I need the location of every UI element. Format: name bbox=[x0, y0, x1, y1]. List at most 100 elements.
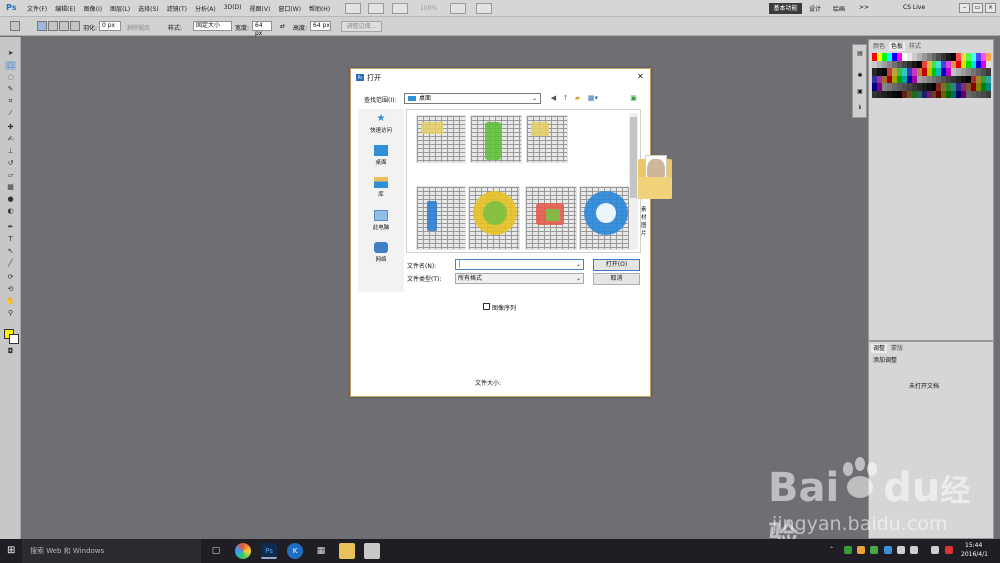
width-input[interactable]: 64 px bbox=[252, 21, 272, 37]
tab-color[interactable]: 颜色 bbox=[871, 42, 887, 51]
minimize-icon[interactable]: – bbox=[959, 3, 970, 13]
background-color-swatch[interactable] bbox=[9, 334, 19, 344]
menu-file[interactable]: 文件(F) bbox=[27, 4, 47, 13]
path-select-icon[interactable]: ↖ bbox=[5, 247, 16, 256]
zoom-level[interactable]: 100% bbox=[420, 5, 437, 12]
hand-tool-icon[interactable]: ✋ bbox=[5, 297, 16, 306]
intersect-selection-icon[interactable] bbox=[70, 21, 80, 31]
move-tool-icon[interactable]: ➤ bbox=[5, 49, 16, 58]
3d-rotate-icon[interactable]: ⟳ bbox=[5, 273, 16, 282]
menu-help[interactable]: 帮助(H) bbox=[309, 4, 330, 13]
info-panel-icon[interactable]: ℹ bbox=[855, 104, 865, 113]
menu-window[interactable]: 窗口(W) bbox=[278, 4, 301, 13]
close-icon[interactable]: ✕ bbox=[637, 72, 644, 81]
refine-edge-button[interactable]: 调整边缘... bbox=[341, 21, 382, 32]
file-explorer-icon[interactable] bbox=[339, 543, 355, 559]
menu-image[interactable]: 图像(I) bbox=[84, 4, 102, 13]
type-tool-icon[interactable]: T bbox=[5, 235, 16, 244]
windows-start-icon[interactable]: ⊞ bbox=[7, 546, 17, 556]
quick-mask-icon[interactable]: ◘ bbox=[5, 347, 16, 356]
k-app-icon[interactable]: K bbox=[287, 543, 303, 559]
file-thumbnail[interactable] bbox=[416, 115, 466, 163]
file-name-input[interactable]: │ ⌄ bbox=[455, 259, 584, 270]
network-tray-icon[interactable] bbox=[897, 546, 905, 554]
swatch-cell[interactable] bbox=[986, 68, 991, 76]
image-viewer-icon[interactable] bbox=[364, 543, 380, 559]
file-thumbnail[interactable] bbox=[526, 115, 568, 163]
history-brush-icon[interactable]: ↺ bbox=[5, 159, 16, 168]
feather-input[interactable]: 0 px bbox=[99, 21, 121, 31]
file-list-scrollbar[interactable] bbox=[629, 113, 638, 249]
tab-masks[interactable]: 蒙版 bbox=[889, 344, 905, 353]
tray-expand-icon[interactable]: ⌃ bbox=[829, 546, 837, 554]
blur-tool-icon[interactable]: ● bbox=[5, 195, 16, 204]
file-thumbnail[interactable] bbox=[470, 115, 522, 163]
tab-swatches[interactable]: 色板 bbox=[889, 42, 906, 51]
histogram-panel-icon[interactable]: ▤ bbox=[855, 50, 865, 59]
subtract-selection-icon[interactable] bbox=[59, 21, 69, 31]
lasso-tool-icon[interactable]: ◌ bbox=[5, 73, 16, 82]
new-folder-icon[interactable]: ▰ bbox=[573, 94, 582, 103]
cs-live-menu[interactable]: CS Live bbox=[903, 4, 925, 11]
pen-tool-icon[interactable]: ✒ bbox=[5, 223, 16, 232]
tab-styles[interactable]: 样式 bbox=[907, 42, 923, 51]
clone-stamp-icon[interactable]: ⊥ bbox=[5, 147, 16, 156]
back-icon[interactable]: ◀ bbox=[549, 94, 558, 103]
sogou-tray-icon[interactable] bbox=[945, 546, 953, 554]
workspace-painting[interactable]: 绘画 bbox=[833, 4, 845, 13]
arrange-docs-icon[interactable] bbox=[450, 3, 466, 14]
dodge-tool-icon[interactable]: ◐ bbox=[5, 207, 16, 216]
style-select[interactable]: 固定大小 bbox=[193, 21, 232, 31]
tray-app-icon[interactable] bbox=[884, 546, 892, 554]
clock-date[interactable]: 2016/4/1 bbox=[961, 551, 988, 558]
bridge-icon[interactable] bbox=[345, 3, 361, 14]
menu-edit[interactable]: 编辑(E) bbox=[55, 4, 75, 13]
shape-tool-icon[interactable]: ╱ bbox=[5, 259, 16, 268]
eyedropper-tool-icon[interactable]: ⁄ bbox=[5, 109, 16, 118]
navigator-panel-icon[interactable]: ▣ bbox=[855, 88, 865, 97]
open-button[interactable]: 打开(O) bbox=[593, 259, 640, 271]
marquee-tool-icon[interactable] bbox=[10, 21, 20, 31]
add-selection-icon[interactable] bbox=[48, 21, 58, 31]
security-tray-icon[interactable] bbox=[844, 546, 852, 554]
menu-3d[interactable]: 3D(D) bbox=[224, 4, 242, 13]
eraser-tool-icon[interactable]: ▱ bbox=[5, 171, 16, 180]
antialias-checkbox[interactable]: 消除锯齿 bbox=[126, 23, 150, 32]
tray-app-icon[interactable] bbox=[857, 546, 865, 554]
scrollbar-thumb[interactable] bbox=[630, 117, 637, 198]
cancel-button[interactable]: 取消 bbox=[593, 273, 640, 285]
brush-tool-icon[interactable]: ✍ bbox=[5, 135, 16, 144]
new-selection-icon[interactable] bbox=[37, 21, 47, 31]
workspace-design[interactable]: 设计 bbox=[809, 4, 821, 13]
place-libraries[interactable]: 库 bbox=[358, 177, 404, 198]
camera-icon[interactable]: ▣ bbox=[629, 94, 638, 103]
quick-select-tool-icon[interactable]: ✎ bbox=[5, 85, 16, 94]
swatch-cell[interactable] bbox=[986, 60, 991, 68]
gradient-tool-icon[interactable]: ▦ bbox=[5, 183, 16, 192]
taskbar-search-box[interactable]: 搜索 Web 和 Windows bbox=[22, 539, 201, 563]
photoshop-app-icon[interactable]: Ps bbox=[261, 543, 277, 559]
file-list[interactable]: 素材图片 bbox=[406, 109, 672, 253]
brush-panel-icon[interactable]: ✱ bbox=[855, 72, 865, 81]
menu-analysis[interactable]: 分析(A) bbox=[195, 4, 216, 13]
folder-icon[interactable] bbox=[638, 155, 672, 200]
volume-tray-icon[interactable] bbox=[910, 546, 918, 554]
place-desktop[interactable]: 桌面 bbox=[358, 145, 404, 166]
zoom-tool-icon[interactable]: ⚲ bbox=[5, 309, 16, 318]
place-network[interactable]: 网络 bbox=[358, 242, 404, 263]
menu-view[interactable]: 视图(V) bbox=[250, 4, 271, 13]
up-folder-icon[interactable]: ↑ bbox=[561, 94, 570, 103]
task-view-icon[interactable]: ▢ bbox=[208, 543, 224, 559]
close-icon[interactable]: × bbox=[985, 3, 996, 13]
tray-app-icon[interactable] bbox=[870, 546, 878, 554]
workspace-essentials[interactable]: 基本功能 bbox=[769, 3, 802, 14]
file-thumbnail[interactable] bbox=[525, 186, 577, 250]
file-thumbnail[interactable] bbox=[416, 186, 466, 250]
3d-orbit-icon[interactable]: ⟲ bbox=[5, 285, 16, 294]
browser-app-icon[interactable] bbox=[235, 543, 251, 559]
swap-icon[interactable]: ⇄ bbox=[280, 23, 285, 30]
swatch-cell[interactable] bbox=[986, 83, 991, 91]
marquee-tool-icon[interactable]: ⬚ bbox=[5, 61, 16, 70]
swatch-cell[interactable] bbox=[986, 90, 991, 98]
swatch-cell[interactable] bbox=[986, 53, 991, 61]
